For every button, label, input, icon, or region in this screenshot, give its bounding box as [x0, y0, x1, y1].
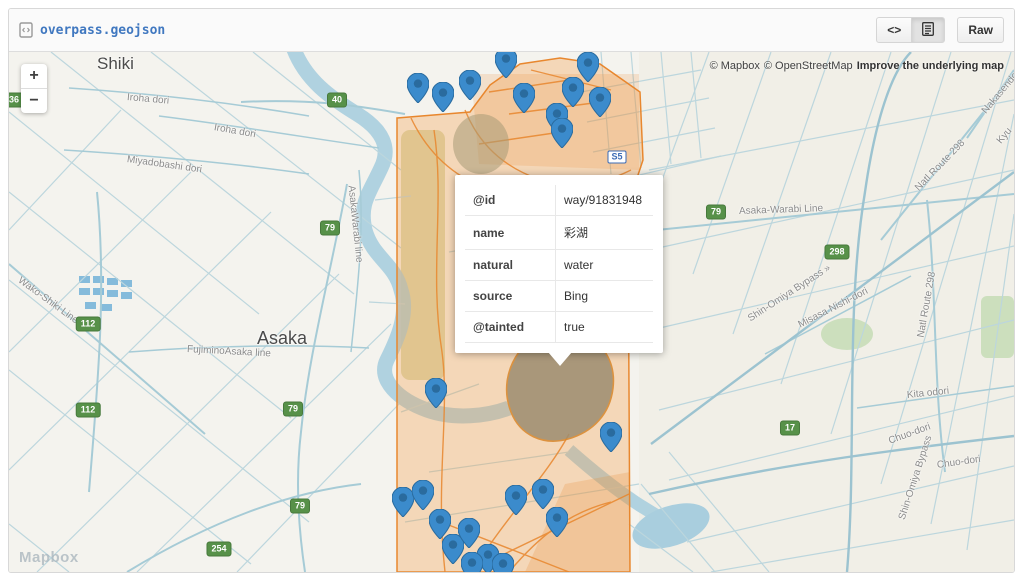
- file-header: overpass.geojson <> Raw: [9, 9, 1014, 52]
- file-code-icon: [19, 22, 33, 38]
- feature-popup: @id way/91831948 name 彩湖 natural water source B…: [455, 175, 663, 366]
- popup-key: @id: [465, 185, 556, 216]
- zoom-control: + −: [21, 64, 47, 113]
- file-viewer: overpass.geojson <> Raw Shiki Asaka Iroh…: [8, 8, 1015, 573]
- map-marker[interactable]: [391, 486, 415, 518]
- mapbox-logo[interactable]: Mapbox: [19, 549, 79, 566]
- popup-value: water: [555, 249, 653, 281]
- map-marker[interactable]: [550, 117, 574, 149]
- map-marker[interactable]: [599, 421, 623, 453]
- popup-row: natural water: [465, 249, 653, 281]
- view-toggle-group: <>: [876, 17, 946, 43]
- map-attribution: © Mapbox © OpenStreetMap Improve the under…: [706, 60, 1004, 72]
- popup-table: @id way/91831948 name 彩湖 natural water source B…: [465, 185, 653, 343]
- rendered-view-button[interactable]: [911, 17, 946, 43]
- popup-key: natural: [465, 249, 556, 281]
- file-name-link[interactable]: overpass.geojson: [40, 23, 165, 38]
- map-marker[interactable]: [458, 69, 482, 101]
- raw-button[interactable]: Raw: [957, 17, 1004, 43]
- map-marker[interactable]: [576, 52, 600, 83]
- map-marker[interactable]: [460, 551, 484, 572]
- popup-row: @id way/91831948: [465, 185, 653, 216]
- map-marker[interactable]: [424, 377, 448, 409]
- popup-row: source Bing: [465, 280, 653, 312]
- map-marker[interactable]: [406, 72, 430, 104]
- popup-row: name 彩湖: [465, 215, 653, 250]
- mapbox-attribution-link[interactable]: © Mapbox: [710, 60, 760, 72]
- map-marker[interactable]: [411, 479, 435, 511]
- map-marker[interactable]: [431, 81, 455, 113]
- map[interactable]: Shiki Asaka Iroha dori Iroha dori Miyadobash…: [9, 52, 1014, 572]
- map-marker[interactable]: [494, 52, 518, 79]
- source-view-button[interactable]: <>: [876, 17, 913, 43]
- popup-key: name: [465, 215, 556, 250]
- osm-attribution-link[interactable]: © OpenStreetMap: [764, 60, 853, 72]
- popup-key: source: [465, 280, 556, 312]
- improve-map-link[interactable]: Improve the underlying map: [857, 60, 1004, 72]
- zoom-out-button[interactable]: −: [21, 88, 47, 113]
- zoom-in-button[interactable]: +: [21, 64, 47, 88]
- popup-value: true: [555, 311, 653, 343]
- popup-table-body: @id way/91831948 name 彩湖 natural water source B…: [465, 185, 653, 343]
- map-marker[interactable]: [545, 506, 569, 538]
- file-text-icon: [922, 21, 935, 39]
- map-marker[interactable]: [531, 478, 555, 510]
- popup-row: @tainted true: [465, 311, 653, 343]
- popup-key: @tainted: [465, 311, 556, 343]
- map-marker[interactable]: [491, 552, 515, 572]
- map-marker[interactable]: [588, 86, 612, 118]
- map-marker[interactable]: [504, 484, 528, 516]
- popup-value: Bing: [555, 280, 653, 312]
- popup-value: way/91831948: [555, 185, 653, 216]
- popup-value: 彩湖: [555, 215, 653, 250]
- map-marker[interactable]: [512, 82, 536, 114]
- code-icon: <>: [887, 23, 902, 37]
